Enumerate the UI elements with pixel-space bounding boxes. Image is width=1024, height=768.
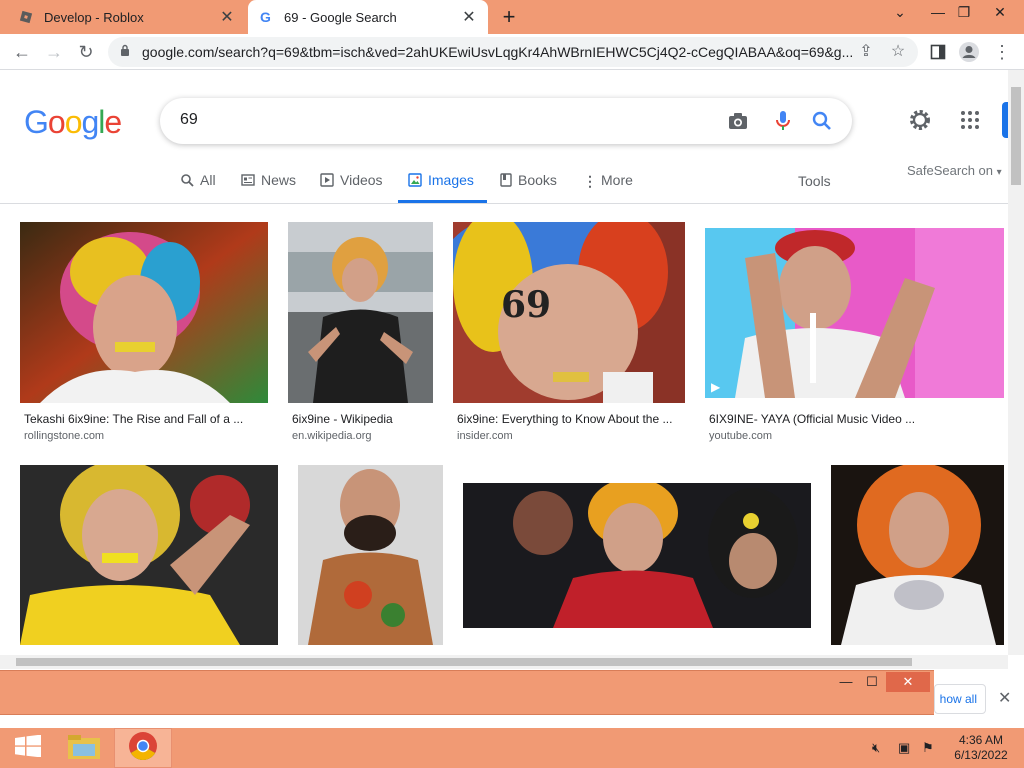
tab-all[interactable]: All — [180, 172, 216, 204]
clock-time: 4:36 AM — [958, 733, 1004, 747]
result-caption[interactable]: 6IX9INE- YAYA (Official Music Video ... — [709, 412, 915, 426]
result-caption[interactable]: 6ix9ine - Wikipedia — [292, 412, 393, 426]
close-downloads-bar-icon[interactable]: ✕ — [998, 688, 1011, 708]
tab-label: Images — [428, 172, 474, 188]
file-explorer-button[interactable] — [56, 728, 112, 768]
tab-videos[interactable]: Videos — [320, 172, 383, 204]
minimize-button[interactable]: — — [926, 0, 950, 24]
tab-label: Videos — [340, 172, 383, 188]
floating-window-body — [0, 714, 934, 728]
image-result-thumbnail[interactable] — [463, 483, 811, 628]
result-source[interactable]: insider.com — [457, 430, 513, 442]
close-tab-icon[interactable]: ✕ — [218, 7, 236, 27]
network-icon[interactable]: ▣ — [898, 740, 910, 756]
search-icon — [180, 173, 194, 190]
url-text: google.com/search?q=69&tbm=isch&ved=2ahU… — [142, 44, 854, 60]
show-all-downloads-button[interactable]: how all — [934, 684, 986, 714]
close-tab-icon[interactable]: ✕ — [460, 7, 478, 27]
tab-more[interactable]: ⋮ More — [583, 172, 633, 204]
tab-search-chevron-icon[interactable]: ⌄ — [888, 0, 912, 24]
tools-button[interactable]: Tools — [798, 173, 831, 189]
search-box[interactable]: 69 — [160, 98, 852, 144]
image-result-thumbnail[interactable] — [288, 222, 433, 403]
result-source[interactable]: en.wikipedia.org — [292, 430, 372, 442]
result-caption[interactable]: 6ix9ine: Everything to Know About the ..… — [457, 412, 672, 426]
tab-books[interactable]: Books — [500, 172, 557, 204]
clock-date: 6/13/2022 — [954, 748, 1008, 762]
speaker-muted-icon[interactable]: 🔇︎ — [872, 740, 880, 756]
news-icon — [241, 173, 255, 190]
result-source[interactable]: youtube.com — [709, 430, 772, 442]
tab-images[interactable]: Images — [398, 172, 487, 203]
tab-label: More — [601, 172, 633, 188]
tab-develop-roblox[interactable]: Develop - Roblox ✕ — [8, 0, 246, 34]
result-source[interactable]: rollingstone.com — [24, 430, 104, 442]
chrome-icon — [128, 731, 158, 766]
address-bar[interactable]: google.com/search?q=69&tbm=isch&ved=2ahU… — [108, 37, 918, 67]
video-play-icon — [320, 173, 334, 190]
maximize-button[interactable]: ☐ — [862, 672, 882, 692]
tab-title: Develop - Roblox — [44, 9, 144, 25]
taskbar-clock[interactable]: 4:36 AM 6/13/2022 — [946, 733, 1016, 763]
roblox-icon — [18, 9, 34, 25]
image-result-thumbnail[interactable] — [20, 465, 278, 645]
book-icon — [500, 173, 512, 190]
google-logo[interactable]: Google — [24, 104, 122, 141]
google-g-icon: G — [258, 9, 274, 25]
image-result-thumbnail[interactable]: 69 — [453, 222, 685, 403]
action-center-flag-icon[interactable]: ⚑ — [922, 740, 934, 756]
tab-title: 69 - Google Search — [284, 9, 397, 25]
tab-label: All — [200, 172, 216, 188]
safesearch-toggle[interactable]: SafeSearch on ▾ — [907, 163, 1002, 178]
safesearch-label: SafeSearch on — [907, 163, 994, 178]
svg-text:69: 69 — [501, 284, 551, 326]
more-vertical-icon: ⋮ — [583, 173, 597, 189]
horizontal-scrollbar-thumb[interactable] — [16, 658, 912, 666]
windows-logo-icon — [15, 734, 41, 762]
image-result-thumbnail[interactable] — [831, 465, 1004, 645]
share-icon[interactable]: ⇪ — [854, 40, 878, 64]
new-tab-button[interactable]: + — [497, 5, 521, 29]
profile-avatar-icon[interactable] — [957, 40, 981, 64]
camera-icon[interactable] — [726, 109, 750, 133]
tab-google-search[interactable]: G 69 - Google Search ✕ — [248, 0, 488, 34]
lock-icon — [120, 43, 134, 61]
minimize-button[interactable]: — — [836, 672, 856, 692]
bookmark-star-icon[interactable]: ☆ — [886, 40, 910, 64]
browser-menu-icon[interactable]: ⋮ — [990, 40, 1014, 64]
start-button[interactable] — [0, 728, 56, 768]
close-window-button[interactable]: ✕ — [978, 0, 1022, 24]
folder-icon — [67, 732, 101, 765]
tab-news[interactable]: News — [241, 172, 296, 204]
tab-label: Books — [518, 172, 557, 188]
apps-grid-icon[interactable] — [958, 108, 982, 132]
image-icon — [408, 173, 422, 190]
restore-button[interactable]: ❐ — [952, 0, 976, 24]
microphone-icon[interactable] — [771, 109, 795, 133]
search-query[interactable]: 69 — [180, 111, 198, 129]
search-icon[interactable] — [810, 109, 834, 133]
close-window-button[interactable]: ✕ — [886, 672, 930, 692]
image-result-thumbnail[interactable] — [20, 222, 268, 403]
image-result-thumbnail[interactable]: ▶ — [705, 228, 1004, 398]
back-arrow-icon[interactable]: ← — [10, 40, 34, 64]
chrome-taskbar-button[interactable] — [114, 728, 172, 768]
caret-down-icon: ▾ — [996, 167, 1002, 178]
vertical-scrollbar-thumb[interactable] — [1011, 87, 1021, 185]
result-caption[interactable]: Tekashi 6ix9ine: The Rise and Fall of a … — [24, 412, 243, 426]
video-play-icon: ▶ — [711, 380, 721, 394]
svg-text:G: G — [260, 9, 271, 25]
reload-icon[interactable]: ↻ — [74, 40, 98, 64]
gear-icon[interactable] — [908, 108, 932, 132]
image-result-thumbnail[interactable] — [298, 465, 443, 645]
forward-arrow-icon[interactable]: → — [42, 40, 66, 64]
side-panel-icon[interactable] — [926, 40, 950, 64]
tab-label: News — [261, 172, 297, 188]
